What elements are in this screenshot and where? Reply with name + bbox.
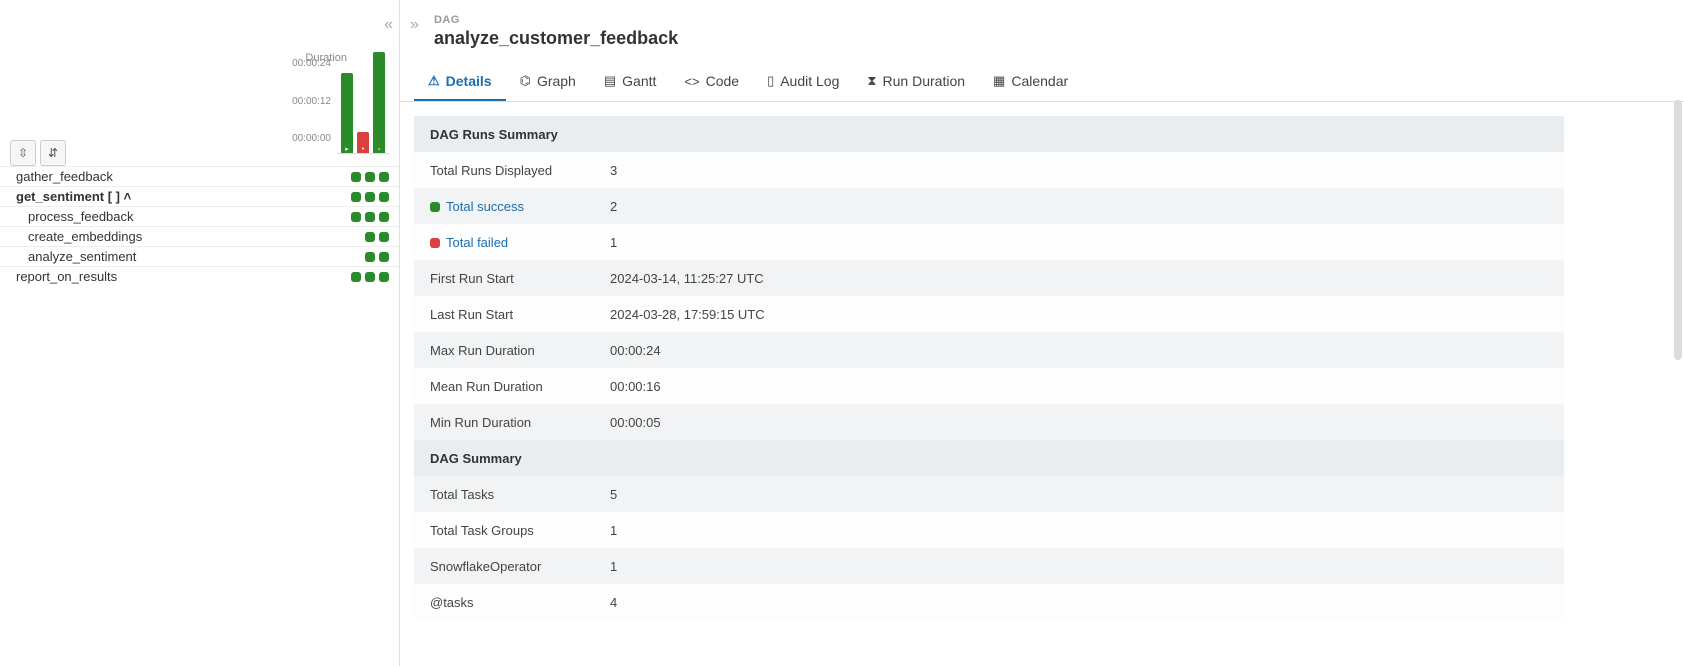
table-row: Total Tasks5 bbox=[414, 476, 1564, 512]
cell-label: Last Run Start bbox=[414, 296, 594, 332]
table-row: Last Run Start2024-03-28, 17:59:15 UTC bbox=[414, 296, 1564, 332]
table-row: SnowflakeOperator1 bbox=[414, 548, 1564, 584]
task-label[interactable]: analyze_sentiment bbox=[28, 249, 136, 264]
ytick: 00:00:12 bbox=[292, 96, 331, 107]
summary-table: DAG Runs Summary Total Runs Displayed3 T… bbox=[414, 116, 1564, 620]
table-row: Total success 2 bbox=[414, 188, 1564, 224]
cell-value: 2 bbox=[594, 188, 1564, 224]
cell-value: 00:00:24 bbox=[594, 332, 1564, 368]
doc-icon: ▫ bbox=[373, 146, 385, 154]
task-label[interactable]: get_sentiment [ ] ˄ bbox=[16, 189, 131, 204]
tab-code[interactable]: <>Code bbox=[670, 63, 753, 101]
task-row-analyze[interactable]: analyze_sentiment bbox=[0, 246, 399, 266]
table-row: Total Task Groups1 bbox=[414, 512, 1564, 548]
cell-label: Total Runs Displayed bbox=[414, 152, 594, 188]
details-content: DAG Runs Summary Total Runs Displayed3 T… bbox=[400, 102, 1684, 640]
run-bar[interactable]: ▸ bbox=[341, 48, 353, 153]
cell-label: Mean Run Duration bbox=[414, 368, 594, 404]
table-row: Mean Run Duration00:00:16 bbox=[414, 368, 1564, 404]
tab-gantt[interactable]: ▤Gantt bbox=[590, 63, 671, 101]
gantt-icon: ▤ bbox=[604, 73, 616, 89]
cell-label: SnowflakeOperator bbox=[414, 548, 594, 584]
section-header-runs: DAG Runs Summary bbox=[414, 116, 1564, 152]
cell-label: @tasks bbox=[414, 584, 594, 620]
dot-icon: • bbox=[357, 146, 369, 154]
scrollbar[interactable] bbox=[1674, 100, 1682, 360]
cell-label: Total success bbox=[414, 188, 594, 224]
task-row-process[interactable]: process_feedback bbox=[0, 206, 399, 226]
task-list: gather_feedback get_sentiment [ ] ˄ proc… bbox=[0, 166, 399, 286]
code-icon: <> bbox=[684, 74, 699, 89]
task-label[interactable]: process_feedback bbox=[28, 209, 134, 224]
tab-run-duration[interactable]: ⧗Run Duration bbox=[853, 63, 979, 101]
table-row: @tasks4 bbox=[414, 584, 1564, 620]
dag-tag: DAG bbox=[434, 14, 1684, 26]
warning-icon: ⚠ bbox=[428, 73, 440, 89]
sidebar: « ⇳ ⇵ Duration 00:00:24 00:00:12 00:00:0… bbox=[0, 0, 400, 666]
cell-value: 00:00:05 bbox=[594, 404, 1564, 440]
cell-value: 00:00:16 bbox=[594, 368, 1564, 404]
file-icon: ▯ bbox=[767, 73, 774, 89]
cell-label: Max Run Duration bbox=[414, 332, 594, 368]
status-dot-success bbox=[430, 202, 440, 212]
task-row-sentiment-group[interactable]: get_sentiment [ ] ˄ bbox=[0, 186, 399, 206]
link-total-failed[interactable]: Total failed bbox=[446, 235, 508, 250]
cell-label: Min Run Duration bbox=[414, 404, 594, 440]
cell-label: First Run Start bbox=[414, 260, 594, 296]
run-bar[interactable]: ▫ bbox=[373, 48, 385, 153]
task-row-gather[interactable]: gather_feedback bbox=[0, 166, 399, 186]
cell-value: 1 bbox=[594, 224, 1564, 260]
section-header-dag: DAG Summary bbox=[414, 440, 1564, 476]
main-panel: » DAG analyze_customer_feedback ⚠Details… bbox=[400, 0, 1684, 666]
table-row: Max Run Duration00:00:24 bbox=[414, 332, 1564, 368]
cell-value: 1 bbox=[594, 548, 1564, 584]
cell-label: Total Task Groups bbox=[414, 512, 594, 548]
cell-value: 5 bbox=[594, 476, 1564, 512]
dag-header: DAG analyze_customer_feedback bbox=[400, 0, 1684, 53]
cell-value: 4 bbox=[594, 584, 1564, 620]
cell-label: Total Tasks bbox=[414, 476, 594, 512]
cell-value: 3 bbox=[594, 152, 1564, 188]
task-row-embeddings[interactable]: create_embeddings bbox=[0, 226, 399, 246]
table-row: Min Run Duration00:00:05 bbox=[414, 404, 1564, 440]
table-row: Total failed 1 bbox=[414, 224, 1564, 260]
task-label[interactable]: gather_feedback bbox=[16, 169, 113, 184]
tab-graph[interactable]: ⌬Graph bbox=[506, 63, 590, 101]
run-bar[interactable]: • bbox=[357, 48, 369, 153]
tab-bar: ⚠Details ⌬Graph ▤Gantt <>Code ▯Audit Log… bbox=[400, 63, 1684, 102]
duration-chart: Duration 00:00:24 00:00:12 00:00:00 ▸ • … bbox=[0, 8, 399, 160]
link-total-success[interactable]: Total success bbox=[446, 199, 524, 214]
hourglass-icon: ⧗ bbox=[867, 73, 876, 89]
calendar-icon: ▦ bbox=[993, 73, 1005, 89]
task-row-report[interactable]: report_on_results bbox=[0, 266, 399, 286]
task-label[interactable]: report_on_results bbox=[16, 269, 117, 284]
graph-icon: ⌬ bbox=[520, 73, 531, 89]
cell-value: 2024-03-28, 17:59:15 UTC bbox=[594, 296, 1564, 332]
ytick: 00:00:00 bbox=[292, 133, 331, 144]
play-icon: ▸ bbox=[341, 146, 353, 154]
cell-value: 2024-03-14, 11:25:27 UTC bbox=[594, 260, 1564, 296]
chevron-up-icon: ˄ bbox=[124, 189, 132, 204]
table-row: First Run Start2024-03-14, 11:25:27 UTC bbox=[414, 260, 1564, 296]
tab-details[interactable]: ⚠Details bbox=[414, 63, 506, 101]
tab-audit-log[interactable]: ▯Audit Log bbox=[753, 63, 853, 101]
status-dot-failed bbox=[430, 238, 440, 248]
table-row: Total Runs Displayed3 bbox=[414, 152, 1564, 188]
task-label[interactable]: create_embeddings bbox=[28, 229, 142, 244]
tab-calendar[interactable]: ▦Calendar bbox=[979, 63, 1082, 101]
cell-label: Total failed bbox=[414, 224, 594, 260]
expand-panel-icon[interactable]: » bbox=[410, 16, 419, 34]
cell-value: 1 bbox=[594, 512, 1564, 548]
dag-title: analyze_customer_feedback bbox=[434, 28, 1684, 49]
